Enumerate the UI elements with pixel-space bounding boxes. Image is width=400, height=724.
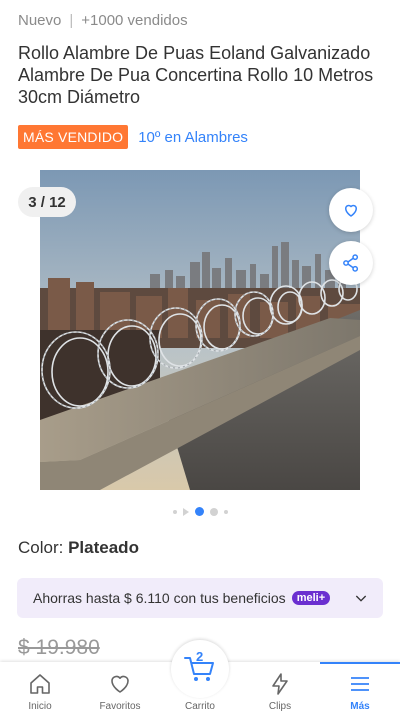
chevron-down-icon[interactable] <box>353 590 369 606</box>
nav-label: Más <box>350 701 370 712</box>
color-value: Plateado <box>68 538 139 557</box>
pagination-dot[interactable] <box>223 509 228 514</box>
lightning-icon <box>272 673 288 695</box>
badges-row: MÁS VENDIDO 10º en Alambres <box>18 125 248 149</box>
product-image[interactable] <box>40 170 360 490</box>
menu-icon <box>351 677 369 691</box>
meli-plus-badge: meli+ <box>291 591 331 605</box>
meta-separator: | <box>69 12 74 29</box>
cart-bubble[interactable]: 2 <box>171 640 229 698</box>
condition-label: Nuevo <box>18 12 62 29</box>
nav-mas[interactable]: Más <box>320 662 400 724</box>
pagination-dot[interactable] <box>172 509 177 514</box>
image-counter: 3 / 12 <box>18 187 76 217</box>
favorite-button[interactable] <box>329 188 373 232</box>
razor-wire-city-photo <box>40 170 360 490</box>
nav-label: Favoritos <box>99 701 141 712</box>
nav-inicio[interactable]: Inicio <box>0 662 80 724</box>
color-label: Color: <box>18 538 64 557</box>
nav-label: Carrito <box>184 701 215 712</box>
home-icon <box>30 674 50 694</box>
heart-icon <box>345 204 357 217</box>
benefits-banner[interactable]: Ahorras hasta $ 6.110 con tus beneficios… <box>17 578 383 618</box>
sold-count: +1000 vendidos <box>81 12 188 29</box>
share-icon <box>343 254 359 272</box>
gallery-pagination <box>0 507 400 516</box>
product-title: Rollo Alambre De Puas Eoland Galvanizado… <box>18 43 374 107</box>
nav-label: Inicio <box>28 701 52 712</box>
cart-count: 2 <box>196 649 204 664</box>
play-video-icon[interactable] <box>182 507 189 516</box>
color-selector: Color: Plateado <box>18 538 139 558</box>
heart-icon <box>111 675 129 693</box>
best-seller-badge: MÁS VENDIDO <box>18 125 129 149</box>
pagination-dot-active[interactable] <box>194 507 204 516</box>
bottom-navigation: Inicio Favoritos 2 Carrito Clips Más <box>0 640 400 724</box>
nav-favoritos[interactable]: Favoritos <box>80 662 160 724</box>
share-button[interactable] <box>329 241 373 285</box>
nav-carrito[interactable]: 2 Carrito <box>160 640 240 724</box>
benefits-text: Ahorras hasta $ 6.110 con tus beneficios <box>33 590 286 606</box>
original-price: $ 19.980 <box>18 636 100 659</box>
nav-label: Clips <box>268 701 292 712</box>
pagination-dot[interactable] <box>209 507 218 516</box>
product-meta: Nuevo | +1000 vendidos <box>18 12 188 29</box>
category-ranking-link[interactable]: 10º en Alambres <box>138 129 248 146</box>
nav-clips[interactable]: Clips <box>240 662 320 724</box>
